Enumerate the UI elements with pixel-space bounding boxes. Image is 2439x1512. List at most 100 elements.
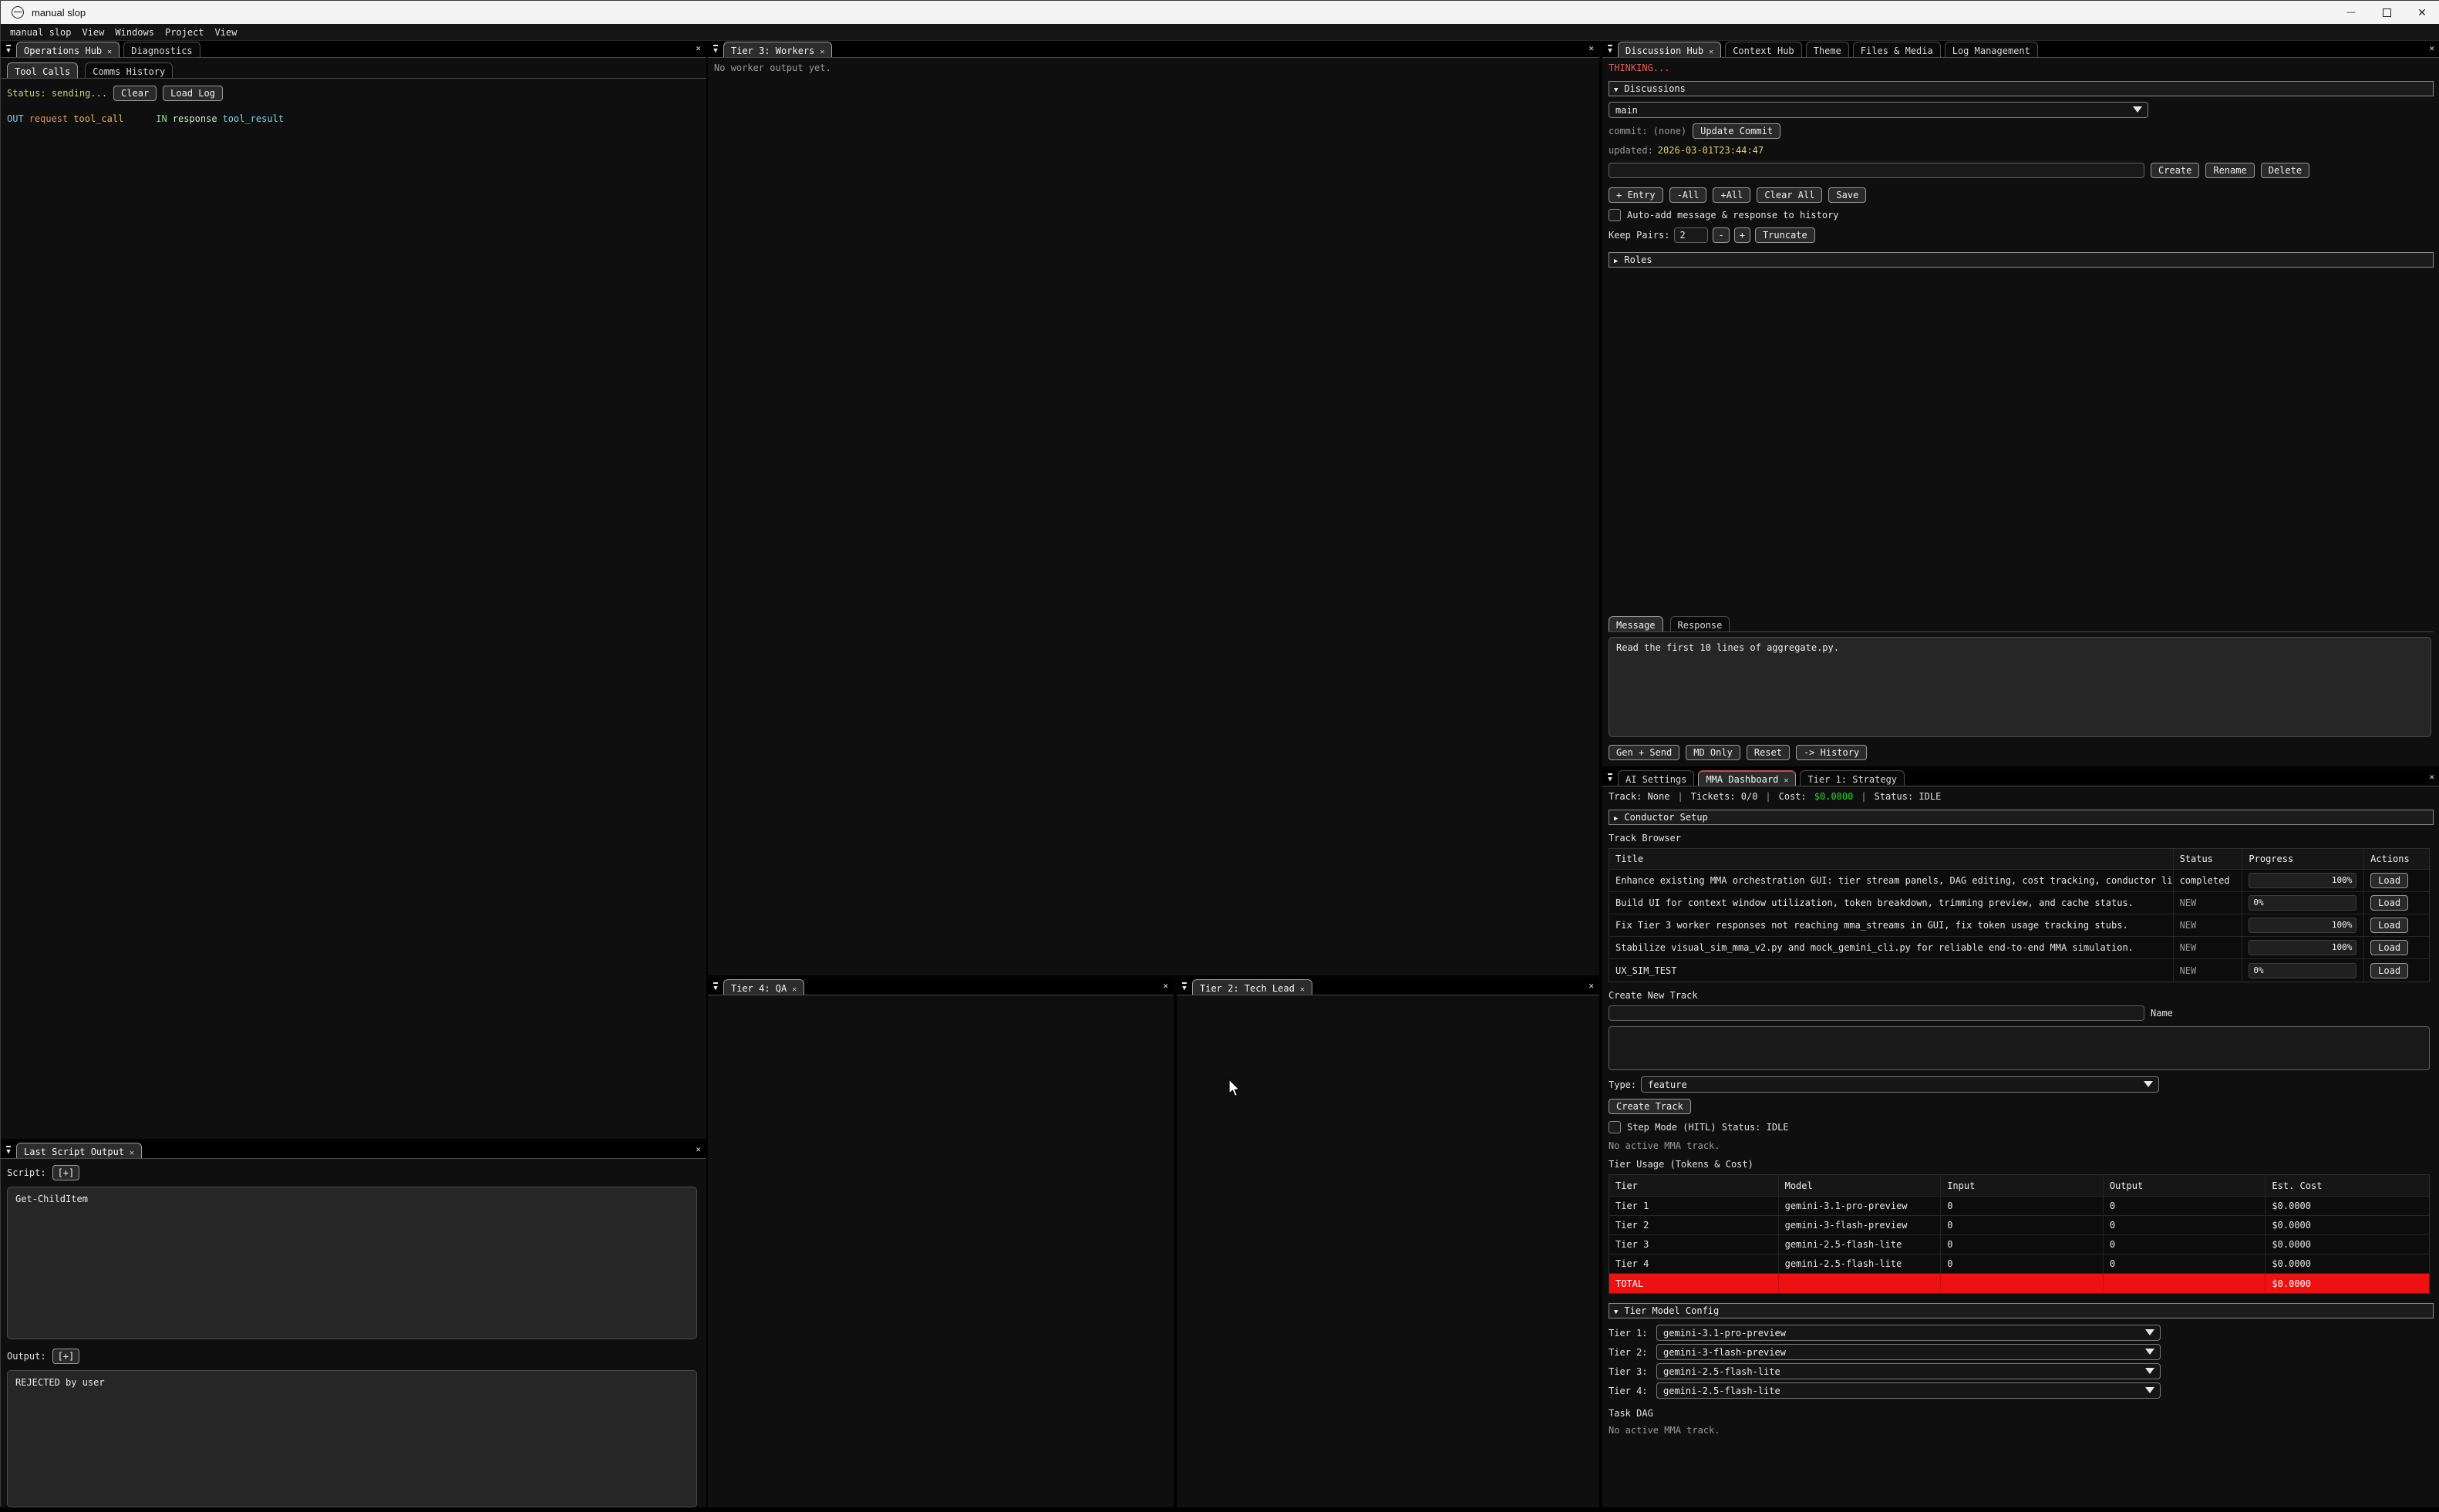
track-status: Track: None bbox=[1609, 791, 1669, 802]
message-textarea[interactable]: Read the first 10 lines of aggregate.py. bbox=[1609, 637, 2431, 737]
track-browser-table: Title Status Progress Actions Enhance ex… bbox=[1609, 848, 2430, 982]
decrement-button[interactable]: - bbox=[1713, 227, 1729, 243]
subtab-message[interactable]: Message bbox=[1609, 616, 1663, 631]
tier2-model-select[interactable]: gemini-3-flash-preview bbox=[1656, 1344, 2161, 1360]
collapse-window-icon[interactable] bbox=[1177, 979, 1192, 995]
clear-all-button[interactable]: Clear All bbox=[1757, 187, 1822, 203]
close-icon[interactable] bbox=[2404, 1, 2439, 24]
rename-button[interactable]: Rename bbox=[2205, 163, 2254, 178]
increment-button[interactable]: + bbox=[1734, 227, 1750, 243]
tab-discussion-hub[interactable]: Discussion Hub bbox=[1618, 42, 1721, 57]
close-panel-icon[interactable] bbox=[2429, 42, 2434, 53]
load-track-button[interactable]: Load bbox=[2370, 918, 2408, 933]
close-panel-icon[interactable] bbox=[2429, 771, 2434, 782]
close-tab-icon[interactable] bbox=[130, 1147, 134, 1157]
output-textarea[interactable]: REJECTED by user bbox=[7, 1370, 697, 1507]
close-tab-icon[interactable] bbox=[1300, 983, 1305, 994]
discussion-name-input[interactable] bbox=[1609, 163, 2144, 178]
tab-files-media[interactable]: Files & Media bbox=[1853, 42, 1941, 57]
close-tab-icon[interactable] bbox=[107, 45, 112, 56]
close-panel-icon[interactable] bbox=[1588, 980, 1594, 991]
tab-operations-hub[interactable]: Operations Hub bbox=[16, 42, 120, 57]
clear-button[interactable]: Clear bbox=[113, 86, 157, 101]
keep-pairs-input[interactable] bbox=[1674, 227, 1708, 243]
maximize-icon[interactable] bbox=[2369, 1, 2404, 24]
tab-tier1-strategy[interactable]: Tier 1: Strategy bbox=[1800, 770, 1905, 786]
tab-ai-settings[interactable]: AI Settings bbox=[1618, 770, 1694, 786]
collapse-window-icon[interactable] bbox=[1602, 42, 1618, 57]
tab-tier4-qa[interactable]: Tier 4: QA bbox=[723, 979, 804, 995]
minimize-icon[interactable] bbox=[2333, 1, 2369, 24]
close-panel-icon[interactable] bbox=[1163, 980, 1168, 991]
gen-send-button[interactable]: Gen + Send bbox=[1609, 745, 1679, 760]
tier3-model-select[interactable]: gemini-2.5-flash-lite bbox=[1656, 1363, 2161, 1379]
output-expand-button[interactable]: [+] bbox=[52, 1349, 80, 1364]
roles-header[interactable]: Roles bbox=[1609, 252, 2434, 268]
menu-project[interactable]: Project bbox=[165, 27, 204, 38]
close-tab-icon[interactable] bbox=[1784, 774, 1788, 785]
create-button[interactable]: Create bbox=[2151, 163, 2199, 178]
tier4-model-select[interactable]: gemini-2.5-flash-lite bbox=[1656, 1382, 2161, 1399]
expand-all-button[interactable]: +All bbox=[1713, 187, 1750, 203]
script-expand-button[interactable]: [+] bbox=[52, 1165, 80, 1180]
truncate-button[interactable]: Truncate bbox=[1755, 227, 1815, 243]
save-button[interactable]: Save bbox=[1828, 187, 1866, 203]
load-track-button[interactable]: Load bbox=[2370, 873, 2408, 888]
load-track-button[interactable]: Load bbox=[2370, 940, 2408, 955]
delete-button[interactable]: Delete bbox=[2261, 163, 2309, 178]
collapse-window-icon[interactable] bbox=[708, 42, 723, 57]
tab-theme[interactable]: Theme bbox=[1806, 42, 1849, 57]
menu-manual-slop[interactable]: manual slop bbox=[10, 27, 71, 38]
tier3-empty-text: No worker output yet. bbox=[714, 62, 831, 73]
subtab-response[interactable]: Response bbox=[1670, 616, 1730, 631]
close-panel-icon[interactable] bbox=[696, 42, 701, 53]
close-tab-icon[interactable] bbox=[820, 45, 824, 56]
track-type-select[interactable]: feature bbox=[1641, 1076, 2159, 1093]
stream-in-name[interactable]: tool_result bbox=[223, 113, 284, 124]
tab-diagnostics[interactable]: Diagnostics bbox=[123, 42, 200, 57]
subtab-comms-history[interactable]: Comms History bbox=[85, 62, 173, 78]
menu-view[interactable]: View bbox=[82, 27, 104, 38]
collapse-window-icon[interactable] bbox=[1, 42, 16, 57]
create-track-button[interactable]: Create Track bbox=[1609, 1099, 1691, 1114]
tab-mma-dashboard[interactable]: MMA Dashboard bbox=[1698, 770, 1796, 786]
subtab-tool-calls[interactable]: Tool Calls bbox=[7, 62, 78, 78]
load-log-button[interactable]: Load Log bbox=[163, 86, 223, 101]
close-tab-icon[interactable] bbox=[792, 983, 797, 994]
tab-log-management[interactable]: Log Management bbox=[1945, 42, 2038, 57]
close-panel-icon[interactable] bbox=[696, 1143, 701, 1154]
add-entry-button[interactable]: + Entry bbox=[1609, 187, 1663, 203]
stream-out-name[interactable]: tool_call bbox=[73, 113, 123, 124]
tier1-model-select[interactable]: gemini-3.1-pro-preview bbox=[1656, 1325, 2161, 1341]
collapse-window-icon[interactable] bbox=[1, 1143, 16, 1158]
tab-last-script-output[interactable]: Last Script Output bbox=[16, 1143, 142, 1158]
discussion-select[interactable]: main bbox=[1609, 102, 2148, 118]
md-only-button[interactable]: MD Only bbox=[1686, 745, 1740, 760]
collapse-window-icon[interactable] bbox=[1602, 770, 1618, 786]
load-track-button[interactable]: Load bbox=[2370, 963, 2408, 978]
reset-button[interactable]: Reset bbox=[1747, 745, 1790, 760]
menu-windows[interactable]: Windows bbox=[115, 27, 154, 38]
menu-view-2[interactable]: View bbox=[215, 27, 237, 38]
tab-tier3-workers[interactable]: Tier 3: Workers bbox=[723, 42, 832, 57]
progress-bar: 100% bbox=[2249, 873, 2356, 888]
stream-out-tag: OUT bbox=[7, 113, 24, 124]
script-textarea[interactable]: Get-ChildItem bbox=[7, 1187, 697, 1339]
collapse-window-icon[interactable] bbox=[708, 979, 723, 995]
tab-tier2-tech-lead[interactable]: Tier 2: Tech Lead bbox=[1192, 979, 1312, 995]
track-description-textarea[interactable] bbox=[1609, 1026, 2430, 1070]
close-tab-icon[interactable] bbox=[1709, 45, 1713, 56]
collapse-all-button[interactable]: -All bbox=[1669, 187, 1707, 203]
tier-model-config-header[interactable]: Tier Model Config bbox=[1609, 1303, 2434, 1318]
tab-context-hub[interactable]: Context Hub bbox=[1725, 42, 1801, 57]
update-commit-button[interactable]: Update Commit bbox=[1693, 123, 1780, 139]
conductor-setup-header[interactable]: Conductor Setup bbox=[1609, 810, 2434, 825]
load-track-button[interactable]: Load bbox=[2370, 895, 2408, 911]
autoadd-checkbox[interactable] bbox=[1609, 209, 1621, 221]
step-mode-checkbox[interactable] bbox=[1609, 1121, 1621, 1133]
track-name-input[interactable] bbox=[1609, 1005, 2144, 1021]
panel-mma-dashboard: AI Settings MMA Dashboard Tier 1: Strate… bbox=[1602, 769, 2439, 1507]
discussions-header[interactable]: Discussions bbox=[1609, 81, 2434, 96]
to-history-button[interactable]: -> History bbox=[1796, 745, 1867, 760]
close-panel-icon[interactable] bbox=[1588, 42, 1594, 53]
